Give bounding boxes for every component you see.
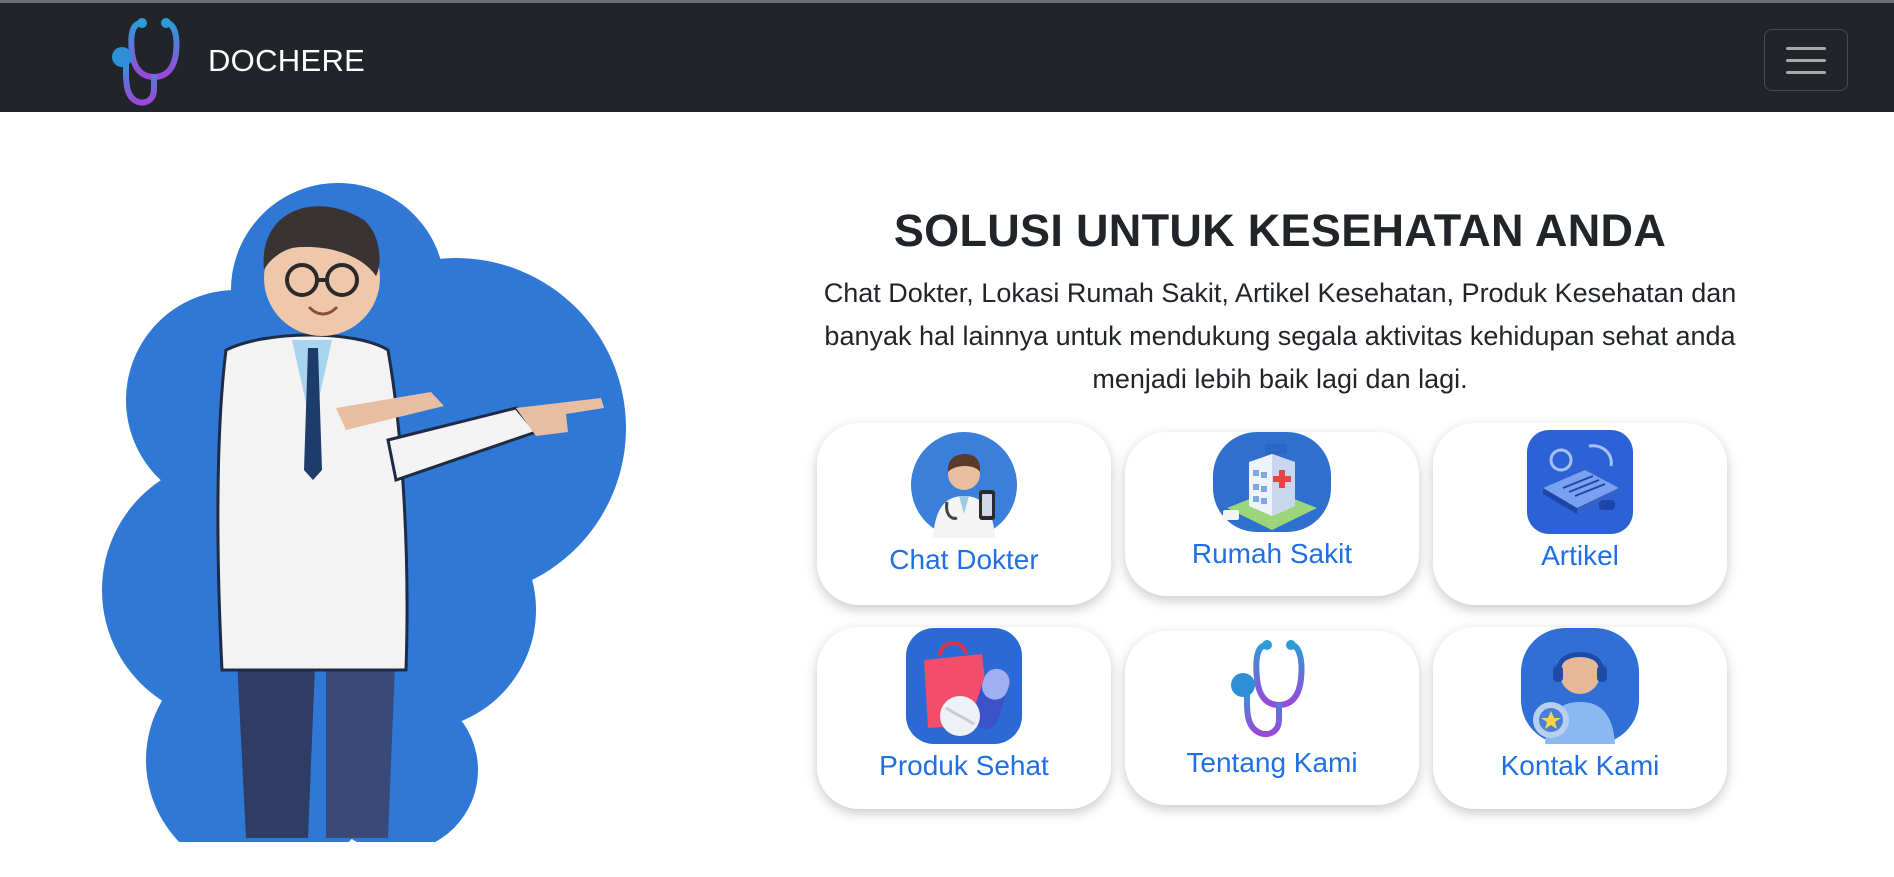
page-title: SOLUSI UNTUK KESEHATAN ANDA bbox=[893, 205, 1667, 256]
service-card-tentang-kami[interactable]: Tentang Kami bbox=[1125, 631, 1419, 805]
navbar-toggle-button[interactable] bbox=[1764, 29, 1848, 91]
article-icon bbox=[1527, 430, 1633, 534]
service-card-produk-sehat[interactable]: Produk Sehat bbox=[817, 627, 1111, 809]
stethoscope-icon bbox=[1231, 640, 1305, 738]
navbar: DOCHERE bbox=[0, 3, 1894, 112]
service-card-chat-dokter[interactable]: Chat Dokter bbox=[817, 423, 1111, 605]
service-card-kontak-kami[interactable]: Kontak Kami bbox=[1433, 627, 1727, 809]
doctor-icon bbox=[911, 432, 1017, 538]
service-label: Produk Sehat bbox=[879, 750, 1049, 781]
hamburger-icon bbox=[1786, 46, 1826, 50]
medicine-bag-icon bbox=[906, 628, 1022, 744]
service-label: Artikel bbox=[1541, 540, 1619, 571]
stethoscope-icon bbox=[112, 18, 180, 106]
doctor-pointing-illustration bbox=[102, 183, 626, 842]
service-label: Kontak Kami bbox=[1500, 750, 1660, 781]
brand-name: DOCHERE bbox=[208, 43, 366, 78]
service-label: Rumah Sakit bbox=[1191, 538, 1353, 569]
hospital-icon bbox=[1213, 432, 1331, 532]
brand-link[interactable]: DOCHERE bbox=[108, 15, 365, 107]
service-label: Chat Dokter bbox=[889, 544, 1039, 575]
service-card-artikel[interactable]: Artikel bbox=[1433, 423, 1727, 605]
service-card-rumah-sakit[interactable]: Rumah Sakit bbox=[1125, 432, 1419, 596]
support-agent-icon bbox=[1521, 628, 1639, 744]
service-label: Tentang Kami bbox=[1186, 747, 1358, 778]
hero-description: Chat Dokter, Lokasi Rumah Sakit, Artikel… bbox=[823, 278, 1737, 394]
